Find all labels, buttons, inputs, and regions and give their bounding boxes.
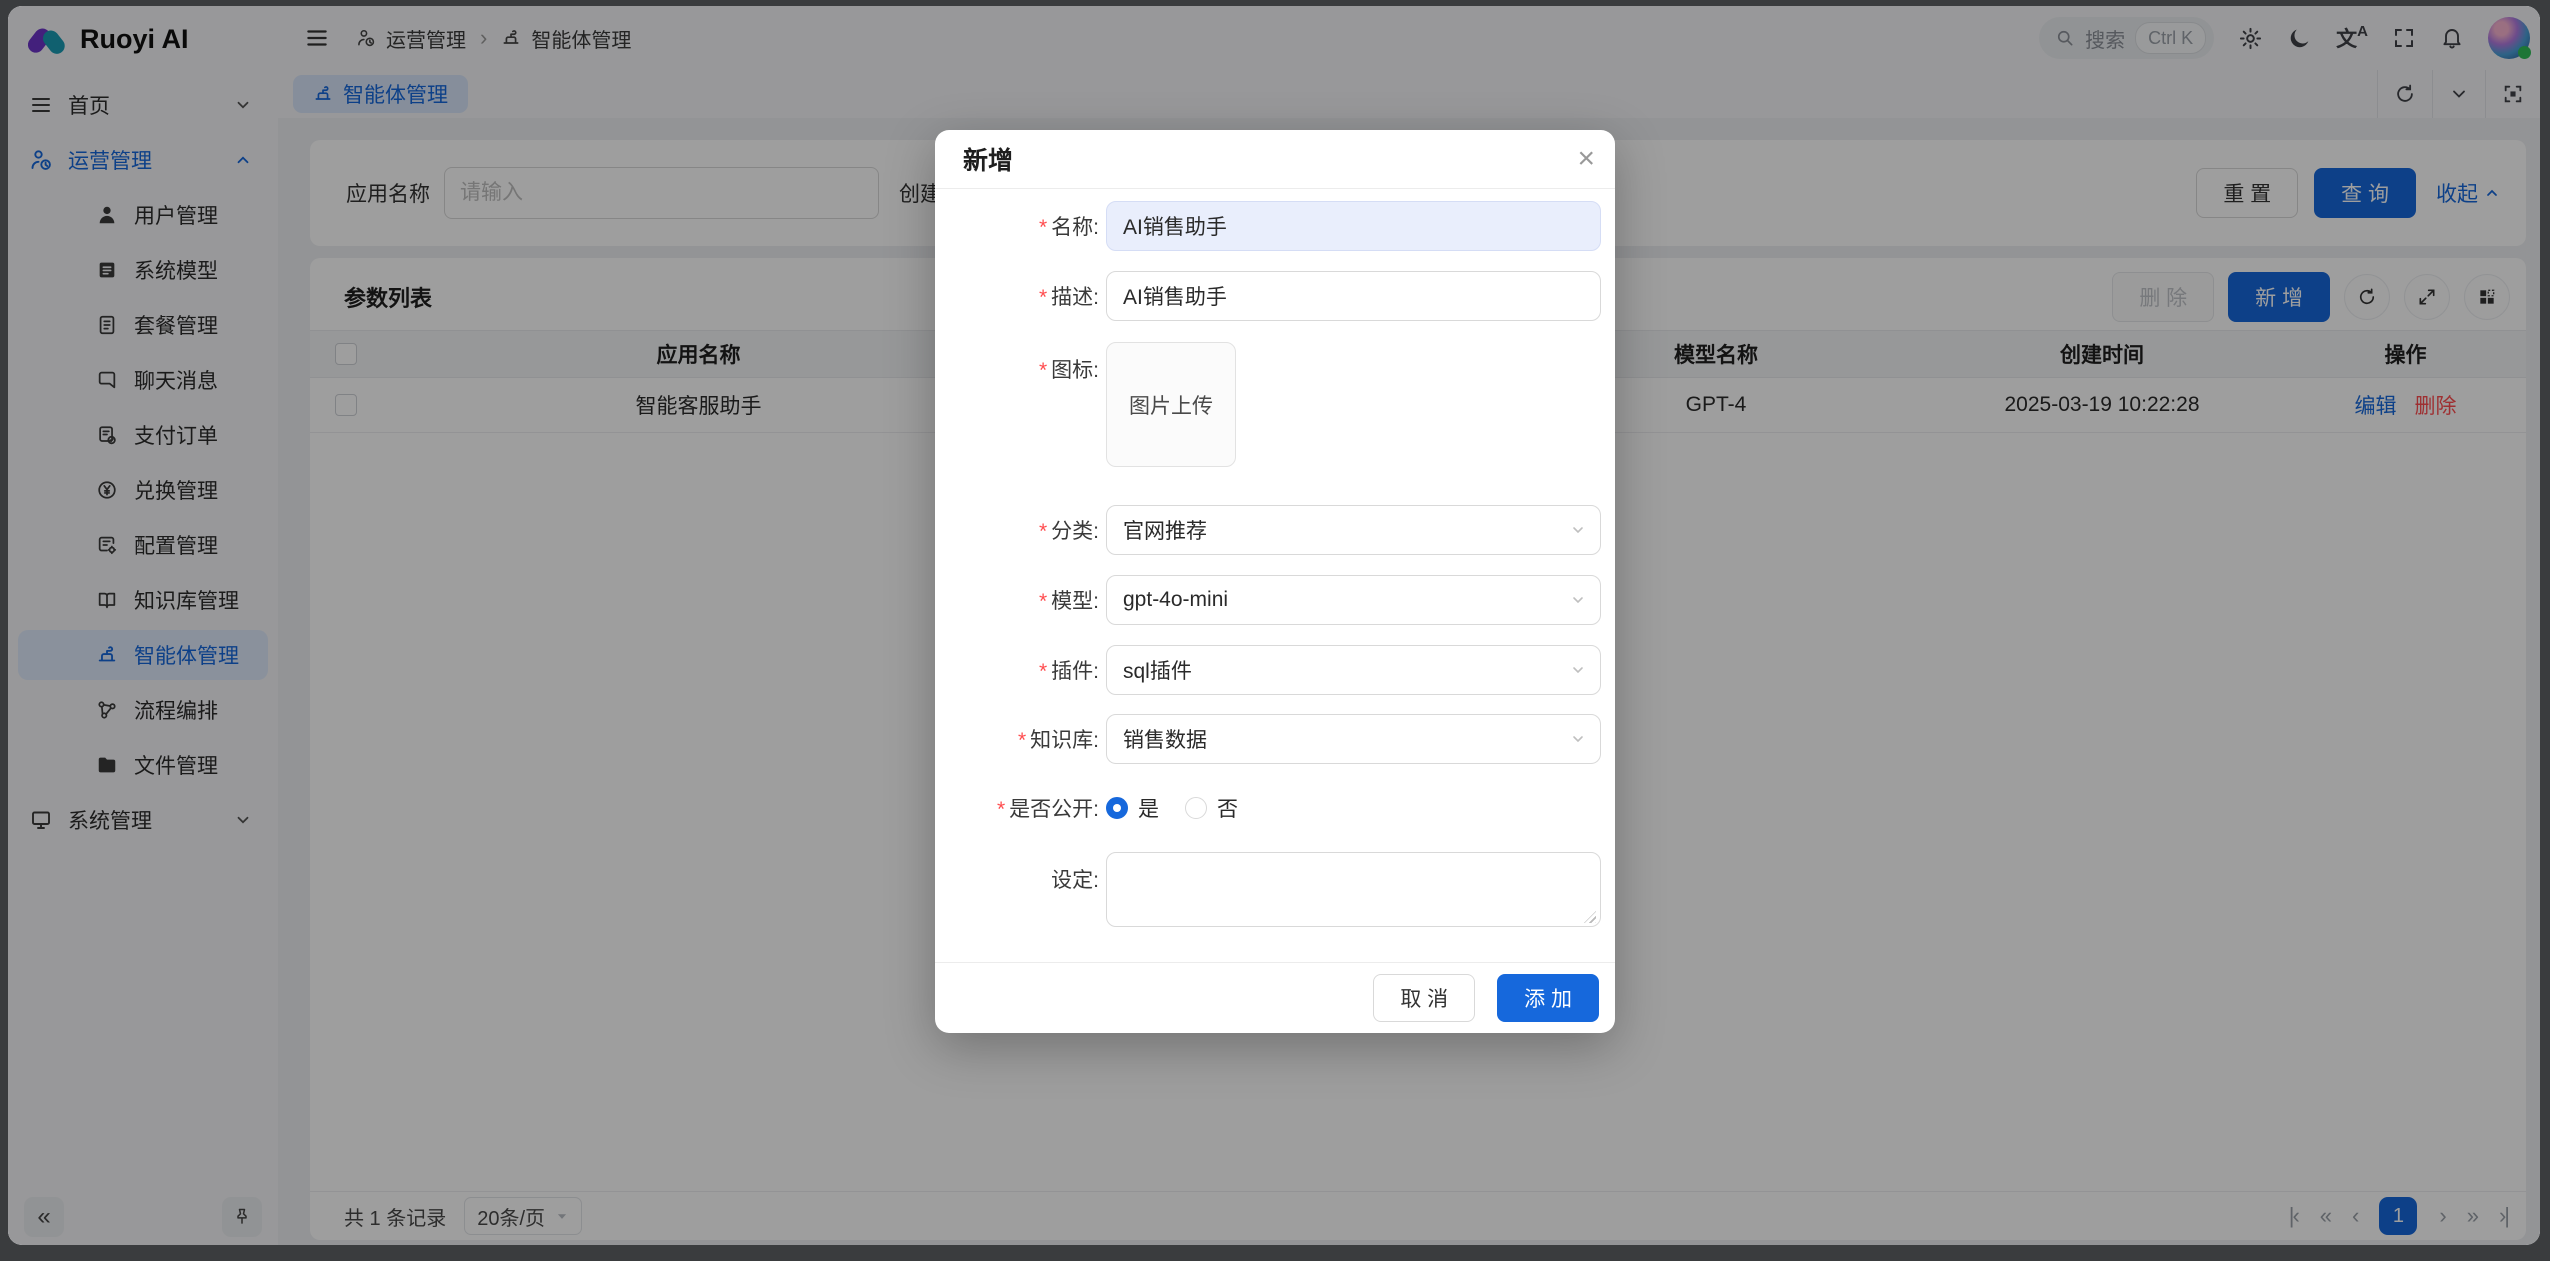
required-mark: * [1018,729,1026,752]
required-mark: * [1039,216,1047,239]
setting-field-label: 设定: [935,864,1099,894]
required-mark: * [1039,590,1047,613]
name-input[interactable] [1106,201,1601,251]
chevron-down-icon [1570,662,1586,678]
model-field-label: *模型: [935,585,1099,615]
model-select-value: gpt-4o-mini [1123,588,1228,612]
field-row-model: *模型: gpt-4o-mini [935,575,1601,625]
required-mark: * [997,798,1005,821]
setting-textarea-wrap [1106,852,1601,927]
submit-add-button[interactable]: 添 加 [1497,974,1599,1022]
field-row-public: *是否公开: 是 否 [935,783,1601,833]
radio-unselected-icon [1185,797,1207,819]
public-no-label: 否 [1217,793,1238,823]
upload-text: 图片上传 [1129,390,1213,420]
field-row-name: *名称: [935,201,1601,251]
name-field-label: *名称: [935,211,1099,241]
plugin-select-value: sql插件 [1123,655,1192,685]
cancel-button[interactable]: 取 消 [1373,974,1475,1022]
required-mark: * [1039,286,1047,309]
modal-header: 新增 × [935,130,1615,189]
required-mark: * [1039,520,1047,543]
field-row-knowledge-base: *知识库: 销售数据 [935,714,1601,764]
chevron-down-icon [1570,731,1586,747]
field-row-desc: *描述: [935,271,1601,321]
setting-textarea[interactable] [1106,852,1601,927]
app-window: Ruoyi AI 首页 运营管理 [8,6,2540,1245]
field-row-category: *分类: 官网推荐 [935,505,1601,555]
category-field-label: *分类: [935,515,1099,545]
chevron-down-icon [1570,522,1586,538]
public-field-label: *是否公开: [935,793,1099,823]
kb-select-value: 销售数据 [1123,724,1207,754]
icon-field-label: *图标: [935,354,1099,384]
plugin-field-label: *插件: [935,655,1099,685]
category-select[interactable]: 官网推荐 [1106,505,1601,555]
field-row-icon: *图标: 图片上传 [935,342,1601,465]
category-select-value: 官网推荐 [1123,515,1207,545]
plugin-select[interactable]: sql插件 [1106,645,1601,695]
kb-field-label: *知识库: [935,724,1099,754]
modal-title: 新增 [963,141,1013,177]
close-icon[interactable]: × [1577,144,1595,174]
knowledge-base-select[interactable]: 销售数据 [1106,714,1601,764]
public-yes-radio[interactable]: 是 [1106,793,1159,823]
modal-footer: 取 消 添 加 [935,962,1615,1033]
field-row-setting: 设定: [935,852,1601,927]
field-row-plugin: *插件: sql插件 [935,645,1601,695]
radio-selected-icon [1106,797,1128,819]
desc-field-label: *描述: [935,281,1099,311]
public-no-radio[interactable]: 否 [1185,793,1238,823]
model-select[interactable]: gpt-4o-mini [1106,575,1601,625]
desc-input[interactable] [1106,271,1601,321]
add-agent-modal: 新增 × *名称: *描述: *图标: 图片上传 *分类: 官网推荐 *模型: … [935,130,1615,1033]
public-yes-label: 是 [1138,793,1159,823]
required-mark: * [1039,660,1047,683]
chevron-down-icon [1570,592,1586,608]
required-mark: * [1039,359,1047,382]
image-upload-box[interactable]: 图片上传 [1106,342,1236,467]
